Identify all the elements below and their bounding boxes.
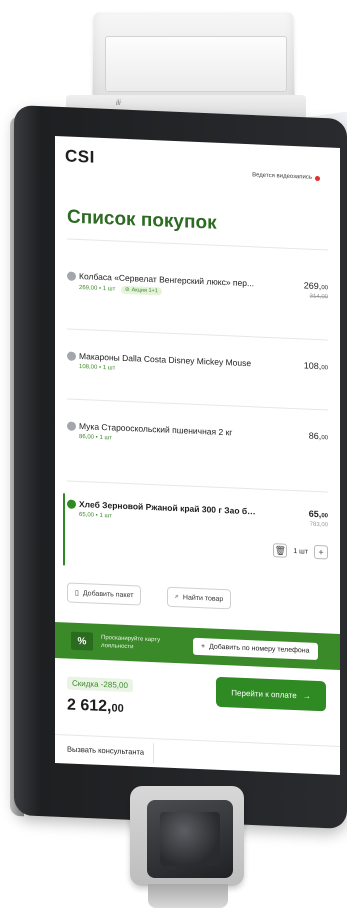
item-unit-price: 108,00 • 1 шт xyxy=(79,364,116,372)
item-unit-price: 269,00 • 1 шт xyxy=(79,285,116,293)
item-note-price: 783,00 xyxy=(309,521,328,529)
item-unit-price: 65,00 • 1 шт xyxy=(79,512,113,520)
cart-item[interactable]: Макароны Dalla Costa Disney Mickey Mouse… xyxy=(67,351,328,392)
arrow-right-icon: → xyxy=(302,690,311,701)
plus-icon[interactable]: + xyxy=(314,544,328,560)
page-title: Список покупок xyxy=(67,206,217,234)
active-item-indicator xyxy=(63,493,65,566)
call-consultant-button[interactable]: Вызвать консультанта xyxy=(67,745,144,757)
loyalty-text: Просканируйте карту лояльности xyxy=(101,634,161,651)
kiosk-screen: CSI Ведется видеозапись Список покупок К… xyxy=(55,136,340,775)
item-price-main: 86, xyxy=(308,430,322,442)
printer-paper-window xyxy=(105,36,287,92)
trash-icon[interactable]: 🗑 xyxy=(273,543,288,558)
printer-label: ili xyxy=(116,100,121,107)
scanner-window xyxy=(160,812,220,866)
gift-icon: % xyxy=(71,631,93,651)
cart-item-active[interactable]: Хлеб Зерновой Ржаной край 300 г Зао бкк.… xyxy=(67,499,328,570)
checkout-button[interactable]: Перейти к оплате → xyxy=(216,676,326,712)
search-icon: ⌕ xyxy=(175,593,179,601)
loyalty-banner: % Просканируйте карту лояльности + Добав… xyxy=(55,622,340,670)
footer-separator xyxy=(153,743,154,764)
quantity-value: 1 шт xyxy=(293,547,308,556)
recording-label: Ведется видеозапись xyxy=(252,172,312,181)
item-price-cents: 00 xyxy=(321,513,328,520)
cart-item[interactable]: Колбаса «Сервелат Венгерский люкс» пер..… xyxy=(67,271,328,312)
add-by-phone-label: Добавить по номеру телефона xyxy=(209,642,310,655)
item-price-main: 65, xyxy=(308,508,322,520)
brand-logo: CSI xyxy=(65,146,95,167)
total-amount: 2 612,00 xyxy=(67,697,124,717)
promo-icon: ⊘ xyxy=(125,286,130,294)
discount-badge: Скидка -285,00 xyxy=(67,676,133,693)
item-divider xyxy=(67,328,328,341)
promo-label: Акция 1+1 xyxy=(131,287,158,295)
item-price-main: 108, xyxy=(303,360,322,372)
item-subtotal: 269,00 • 1 шт ⊘ Акция 1+1 xyxy=(79,284,162,296)
add-bag-button[interactable]: ▯ Добавить пакет xyxy=(67,582,142,606)
plus-icon: + xyxy=(201,642,206,650)
quantity-stepper: 🗑 1 шт + xyxy=(273,543,328,560)
cart-item[interactable]: Мука Старооскольский пшеничная 2 кг 86,0… xyxy=(67,421,328,462)
bag-icon: ▯ xyxy=(75,589,79,597)
total-cents: 00 xyxy=(111,702,124,715)
item-unit-price: 86,00 • 1 шт xyxy=(79,434,113,442)
recording-indicator: Ведется видеозапись xyxy=(252,172,320,181)
checkout-label: Перейти к оплате xyxy=(231,687,297,700)
item-status-icon xyxy=(67,421,76,431)
item-status-icon xyxy=(67,271,76,281)
item-price-cents: 00 xyxy=(321,365,328,372)
item-price-cents: 00 xyxy=(321,285,328,292)
item-divider xyxy=(67,480,328,493)
item-status-icon xyxy=(67,499,76,509)
item-price: 108,00 xyxy=(304,360,328,371)
promo-badge: ⊘ Акция 1+1 xyxy=(121,285,162,296)
scanner-base xyxy=(148,884,228,908)
find-item-label: Найти товар xyxy=(182,593,224,603)
total-main: 2 612, xyxy=(67,696,112,716)
add-by-phone-button[interactable]: + Добавить по номеру телефона xyxy=(193,637,318,660)
item-price: 269,00 xyxy=(304,280,328,291)
item-price-cents: 00 xyxy=(321,435,328,442)
recording-dot-icon xyxy=(315,175,320,181)
find-item-button[interactable]: ⌕ Найти товар xyxy=(167,586,232,610)
item-price: 86,00 xyxy=(309,431,328,442)
add-bag-label: Добавить пакет xyxy=(82,589,134,599)
item-old-price: 314,00 xyxy=(309,293,328,301)
item-status-icon xyxy=(67,351,76,361)
item-divider xyxy=(67,398,328,411)
item-price: 65,00 xyxy=(309,509,328,520)
title-divider xyxy=(67,238,328,251)
item-price-main: 269, xyxy=(303,280,322,292)
